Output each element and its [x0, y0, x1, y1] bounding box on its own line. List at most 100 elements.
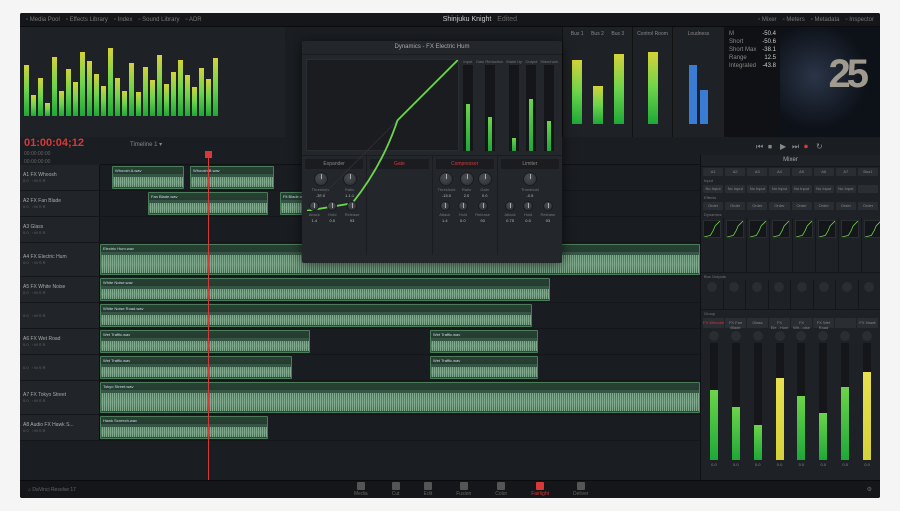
audio-clip[interactable]: White Noise.wav: [100, 278, 550, 301]
mixer-order[interactable]: Order: [814, 202, 834, 210]
audio-clip[interactable]: Wet Traffic.wav: [430, 356, 538, 379]
toolbar-index[interactable]: ▫ Index: [114, 17, 132, 23]
audio-clip[interactable]: Wet Traffic.wav: [100, 330, 310, 353]
mixer-dyn-strip[interactable]: [816, 218, 839, 272]
mixer-group[interactable]: [835, 318, 856, 328]
mixer-dyn-strip[interactable]: [793, 218, 816, 272]
toolbar-effects-library[interactable]: ▫ Effects Library: [66, 17, 108, 23]
mixer-fader-6[interactable]: 0.0: [812, 331, 834, 467]
mixer-group[interactable]: FX Whoosh: [703, 318, 724, 328]
video-preview[interactable]: 25: [780, 27, 880, 137]
forward-button[interactable]: ⏭: [792, 142, 800, 150]
knob-hold[interactable]: Hold0.0: [458, 201, 468, 223]
page-cut[interactable]: Cut: [392, 482, 400, 497]
mixer-group[interactable]: FX Fan Blade: [725, 318, 746, 328]
mixer-dyn-strip[interactable]: [701, 218, 724, 272]
toolbar-adr[interactable]: ▫ ADR: [186, 17, 202, 23]
page-deliver[interactable]: Deliver: [573, 482, 589, 497]
mixer-channel-A2[interactable]: A2: [725, 168, 745, 176]
mixer-group[interactable]: FX Wh...oise: [791, 318, 812, 328]
mixer-fader-3[interactable]: 0.0: [747, 331, 769, 467]
track-header[interactable]: A1 FX Whoosh0.0 ▫ M S R: [20, 165, 100, 190]
mixer-input[interactable]: No Input: [814, 185, 834, 193]
mixer-order[interactable]: Order: [725, 202, 745, 210]
mixer-channel-Bus1[interactable]: Bus1: [858, 168, 878, 176]
loop-button[interactable]: ↻: [816, 142, 824, 150]
knob-hold[interactable]: Hold0.0: [523, 201, 533, 223]
mixer-bus-strip[interactable]: [859, 280, 881, 309]
mixer-channel-A6[interactable]: A6: [814, 168, 834, 176]
mixer-dyn-strip[interactable]: [747, 218, 770, 272]
mixer-dyn-strip[interactable]: [839, 218, 862, 272]
toolbar-inspector[interactable]: ▫ Inspector: [846, 17, 874, 23]
play-button[interactable]: ▶: [780, 142, 788, 150]
mixer-bus-strip[interactable]: [791, 280, 814, 309]
knob-threshold[interactable]: Threshold-0.5: [521, 172, 539, 198]
mixer-order[interactable]: Order: [858, 202, 878, 210]
mixer-fader-2[interactable]: 0.0: [725, 331, 747, 467]
audio-clip[interactable]: Whoosh A.wav: [112, 166, 184, 189]
dynamics-window[interactable]: Dynamics - FX Electric Hum InputGain Red…: [302, 41, 562, 263]
track-header[interactable]: A4 FX Electric Hum0.0 ▫ M S R: [20, 243, 100, 276]
audio-clip[interactable]: Wet Traffic.wav: [430, 330, 538, 353]
mixer-fader-7[interactable]: 0.0: [834, 331, 856, 467]
audio-clip[interactable]: Tokyo Street.wav: [100, 382, 700, 413]
mixer-order[interactable]: Order: [747, 202, 767, 210]
mixer-channel-A4[interactable]: A4: [769, 168, 789, 176]
knob-release[interactable]: Release93: [475, 201, 490, 223]
mixer-channel-A5[interactable]: A5: [792, 168, 812, 176]
audio-clip[interactable]: Whoosh B.wav: [190, 166, 274, 189]
knob-release[interactable]: Release93: [541, 201, 556, 223]
toolbar-mixer[interactable]: ▫ Mixer: [758, 17, 776, 23]
toolbar-media-pool[interactable]: ▫ Media Pool: [26, 17, 60, 23]
toolbar-metadata[interactable]: ▫ Metadata: [811, 17, 840, 23]
page-fairlight[interactable]: Fairlight: [531, 482, 549, 497]
rewind-button[interactable]: ⏮: [756, 142, 764, 150]
playhead[interactable]: [208, 155, 209, 480]
track-header[interactable]: 0.0 ▫ M S R: [20, 303, 100, 328]
mixer-dyn-strip[interactable]: [770, 218, 793, 272]
track-header[interactable]: A6 FX Wet Road0.0 ▫ M S R: [20, 329, 100, 354]
knob-attack[interactable]: Attack0.75: [504, 201, 515, 223]
mixer-order[interactable]: Order: [769, 202, 789, 210]
page-fusion[interactable]: Fusion: [456, 482, 471, 497]
mixer-input[interactable]: No Input: [703, 185, 723, 193]
mixer-channel-A1[interactable]: A1: [703, 168, 723, 176]
mixer-group[interactable]: Glass: [747, 318, 768, 328]
track-lane[interactable]: White Noise.wav: [100, 277, 700, 302]
mixer-dyn-strip[interactable]: [724, 218, 747, 272]
track-header[interactable]: 0.0 ▫ M S R: [20, 355, 100, 380]
track-lane[interactable]: Hawk Screech.wav: [100, 415, 700, 440]
mixer-bus-strip[interactable]: [836, 280, 859, 309]
mixer-fader-1[interactable]: 0.0: [703, 331, 725, 467]
mixer-input[interactable]: No Input: [836, 185, 856, 193]
mixer-channel-A3[interactable]: A3: [747, 168, 767, 176]
track-header[interactable]: A3 Glass0.0 ▫ M S R: [20, 217, 100, 242]
knob-gain[interactable]: Gain0.0: [478, 172, 492, 198]
knob-attack[interactable]: Attack1.4: [309, 201, 320, 223]
mixer-fader-4[interactable]: 0.0: [769, 331, 791, 467]
mixer-input[interactable]: No Input: [725, 185, 745, 193]
knob-ratio[interactable]: Ratio2.0: [460, 172, 474, 198]
mixer-group[interactable]: FX Ele...Hum: [769, 318, 790, 328]
mixer-bus-strip[interactable]: [701, 280, 724, 309]
audio-clip[interactable]: Hawk Screech.wav: [100, 416, 268, 439]
mixer-input[interactable]: No Input: [747, 185, 767, 193]
track-lane[interactable]: Wet Traffic.wav Wet Traffic.wav: [100, 329, 700, 354]
mixer-channel-A7[interactable]: A7: [836, 168, 856, 176]
mixer-order[interactable]: Order: [792, 202, 812, 210]
track-lane[interactable]: Wet Traffic.wavWet Traffic.wav: [100, 355, 700, 380]
track-header[interactable]: A5 FX White Noise0.0 ▫ M S R: [20, 277, 100, 302]
mixer-bus-strip[interactable]: [746, 280, 769, 309]
page-color[interactable]: Color: [495, 482, 507, 497]
mixer-fader-8[interactable]: 0.0: [856, 331, 878, 467]
track-lane[interactable]: Tokyo Street.wav: [100, 381, 700, 414]
mixer-bus-strip[interactable]: [769, 280, 792, 309]
track-header[interactable]: A2 FX Fan Blade0.0 ▫ M S R: [20, 191, 100, 216]
toolbar-sound-library[interactable]: ▫ Sound Library: [138, 17, 179, 23]
mixer-input[interactable]: [858, 185, 878, 193]
track-header[interactable]: A7 FX Tokyo Street0.0 ▫ M S R: [20, 381, 100, 414]
mixer-fader-5[interactable]: 0.0: [791, 331, 813, 467]
toolbar-meters[interactable]: ▫ Meters: [783, 17, 805, 23]
record-button[interactable]: ⏺: [804, 142, 812, 150]
